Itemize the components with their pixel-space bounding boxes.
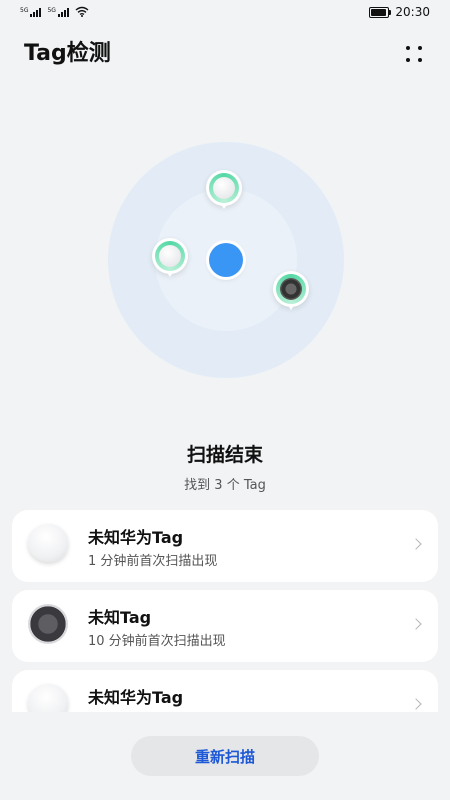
more-dots-icon[interactable] bbox=[404, 44, 424, 64]
tag-device-icon bbox=[159, 245, 181, 267]
tag-list-item[interactable]: 未知华为Tag bbox=[12, 670, 438, 712]
chevron-right-icon bbox=[410, 698, 422, 710]
tag-device-icon bbox=[280, 278, 302, 300]
user-location-dot bbox=[209, 243, 243, 277]
tag-device-icon bbox=[213, 177, 235, 199]
scan-status-title: 扫描结束 bbox=[186, 444, 263, 466]
tag-name: 未知华为Tag bbox=[88, 688, 184, 707]
tag-list-item[interactable]: 未知Tag 10 分钟前首次扫描出现 bbox=[12, 590, 438, 662]
tag-name: 未知华为Tag bbox=[88, 528, 184, 547]
tag-first-seen: 10 分钟前首次扫描出现 bbox=[88, 634, 226, 649]
tag-thumbnail bbox=[28, 604, 70, 646]
tag-thumbnail bbox=[28, 684, 70, 712]
rescan-button[interactable]: 重新扫描 bbox=[131, 736, 319, 776]
chevron-right-icon bbox=[410, 538, 422, 550]
radar-view bbox=[108, 142, 344, 378]
tag-pin[interactable] bbox=[206, 170, 242, 214]
tag-thumbnail bbox=[28, 524, 70, 566]
signal-icon: 5G bbox=[20, 8, 42, 17]
chevron-right-icon bbox=[410, 618, 422, 630]
tag-list-item[interactable]: 未知华为Tag 1 分钟前首次扫描出现 bbox=[12, 510, 438, 582]
status-right: 20:30 bbox=[369, 5, 430, 19]
battery-icon bbox=[369, 6, 392, 18]
page-title: Tag检测 bbox=[24, 41, 111, 66]
scan-status: 扫描结束 找到 3 个 Tag bbox=[0, 442, 450, 493]
app-header: Tag检测 bbox=[24, 38, 430, 70]
tag-first-seen: 1 分钟前首次扫描出现 bbox=[88, 554, 218, 569]
signal-indicators: 5G 5G bbox=[20, 6, 89, 17]
status-bar: 5G 5G 20:30 bbox=[0, 0, 450, 26]
signal-icon: 5G bbox=[47, 8, 69, 17]
clock: 20:30 bbox=[395, 5, 430, 19]
tag-pin[interactable] bbox=[152, 238, 188, 282]
tag-name: 未知Tag bbox=[88, 608, 152, 627]
scan-status-subtitle: 找到 3 个 Tag bbox=[184, 478, 266, 493]
wifi-icon bbox=[75, 6, 89, 17]
tag-list[interactable]: 未知华为Tag 1 分钟前首次扫描出现 未知Tag 10 分钟前首次扫描出现 未… bbox=[12, 510, 438, 712]
tag-pin[interactable] bbox=[273, 271, 309, 315]
